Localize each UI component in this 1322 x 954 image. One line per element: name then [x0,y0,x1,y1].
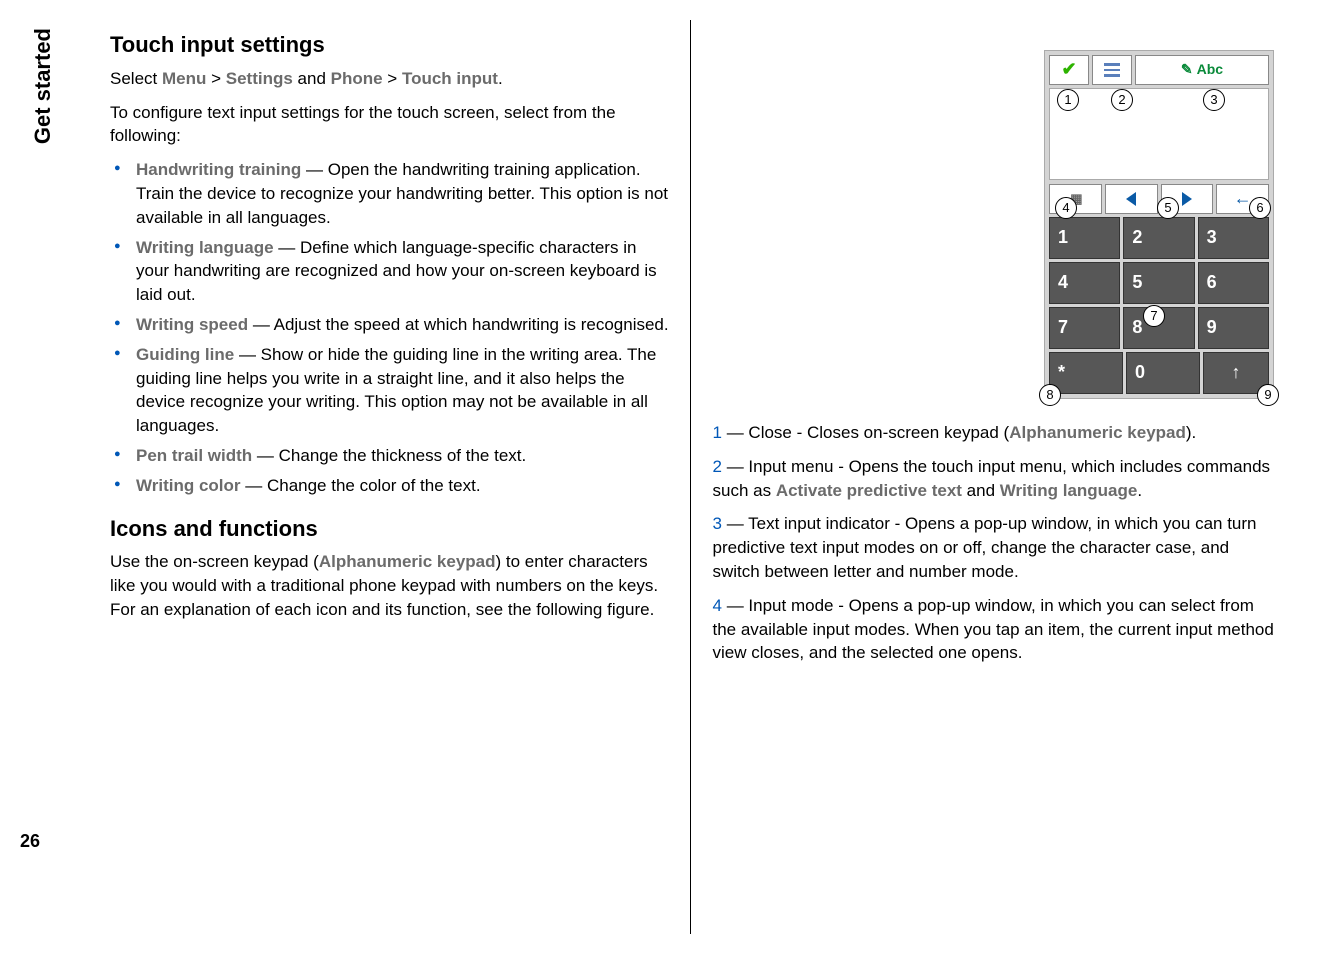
key-star[interactable]: * [1049,352,1123,394]
nav-menu: Menu [162,69,206,88]
list-item: Handwriting training — Open the handwrit… [136,158,672,229]
desc: — Change the thickness of the text. [252,446,526,465]
term: Activate predictive text [776,481,962,500]
callout-7: 7 [1143,305,1165,327]
close-button[interactable]: ✔ [1049,55,1089,85]
key-3[interactable]: 3 [1198,217,1269,259]
term: Guiding line [136,345,234,364]
left-column: Touch input settings Select Menu > Setti… [110,20,691,934]
key-5[interactable]: 5 [1123,262,1194,304]
menu-icon [1104,63,1120,77]
list-item: Writing speed — Adjust the speed at whic… [136,313,672,337]
key-0[interactable]: 0 [1126,352,1200,394]
term: Writing speed [136,315,248,334]
term: Writing language [136,238,274,257]
legend-num: 3 [713,514,722,533]
legend-3: 3 — Text input indicator - Opens a pop-u… [713,512,1275,583]
nav-settings: Settings [226,69,293,88]
heading-icons: Icons and functions [110,514,672,545]
nav-touch-input: Touch input [402,69,498,88]
text: — Text input indicator - Opens a pop-up … [713,514,1257,581]
content-columns: Touch input settings Select Menu > Setti… [110,20,1292,934]
legend-num: 2 [713,457,722,476]
heading-touch-input: Touch input settings [110,30,672,61]
desc: — Adjust the speed at which handwriting … [248,315,669,334]
term: Writing color [136,476,241,495]
legend-num: 4 [713,596,722,615]
list-item: Writing language — Define which language… [136,236,672,307]
intro-text: To configure text input settings for the… [110,101,672,149]
key-1[interactable]: 1 [1049,217,1120,259]
text: ). [1186,423,1196,442]
list-item: Writing color — Change the color of the … [136,474,672,498]
text: and [962,481,1000,500]
arrow-left-icon [1126,192,1136,206]
text: — Input mode - Opens a pop-up window, in… [713,596,1274,663]
text: and [293,69,331,88]
arrow-right-icon [1182,192,1192,206]
checkmark-icon: ✔ [1061,57,1076,82]
term: Handwriting training [136,160,301,179]
settings-list: Handwriting training — Open the handwrit… [110,158,672,497]
page-number: 26 [20,829,40,854]
section-label: Get started [28,28,59,144]
text: — Close - Closes on-screen keypad ( [722,423,1009,442]
term: Pen trail width [136,446,252,465]
list-item: Guiding line — Show or hide the guiding … [136,343,672,438]
nav-path: Select Menu > Settings and Phone > Touch… [110,67,672,91]
text: . [1137,481,1142,500]
keypad-figure: 1 2 3 4 5 6 7 8 9 ✔ ✎ Abc ▦ ← [1044,50,1274,399]
text: > [383,69,402,88]
desc: — Change the color of the text. [241,476,481,495]
icons-paragraph: Use the on-screen keypad (Alphanumeric k… [110,550,672,621]
text-indicator-button[interactable]: ✎ Abc [1135,55,1269,85]
legend-2: 2 — Input menu - Opens the touch input m… [713,455,1275,503]
callout-1: 1 [1057,89,1079,111]
key-6[interactable]: 6 [1198,262,1269,304]
callout-5: 5 [1157,197,1179,219]
text: > [206,69,225,88]
key-7[interactable]: 7 [1049,307,1120,349]
legend-4: 4 — Input mode - Opens a pop-up window, … [713,594,1275,665]
key-2[interactable]: 2 [1123,217,1194,259]
figure-top-row: ✔ ✎ Abc [1049,55,1269,85]
callout-8: 8 [1039,384,1061,406]
abc-label: Abc [1197,60,1223,80]
legend-num: 1 [713,423,722,442]
text: Use the on-screen keypad ( [110,552,319,571]
nav-phone: Phone [331,69,383,88]
key-9[interactable]: 9 [1198,307,1269,349]
legend-1: 1 — Close - Closes on-screen keypad (Alp… [713,421,1275,445]
text: . [498,69,503,88]
callout-2: 2 [1111,89,1133,111]
text: Select [110,69,162,88]
list-item: Pen trail width — Change the thickness o… [136,444,672,468]
key-4[interactable]: 4 [1049,262,1120,304]
callout-4: 4 [1055,197,1077,219]
arrow-left-button[interactable] [1105,184,1158,214]
callout-3: 3 [1203,89,1225,111]
callout-6: 6 [1249,197,1271,219]
term: Alphanumeric keypad [319,552,496,571]
writing-area[interactable] [1049,88,1269,180]
right-column: 1 2 3 4 5 6 7 8 9 ✔ ✎ Abc ▦ ← [691,20,1293,934]
pencil-icon: ✎ [1181,60,1193,80]
input-menu-button[interactable] [1092,55,1132,85]
callout-9: 9 [1257,384,1279,406]
term: Alphanumeric keypad [1009,423,1186,442]
term: Writing language [1000,481,1138,500]
